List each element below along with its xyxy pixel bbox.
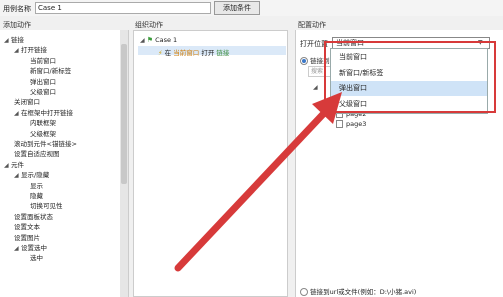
- tree-item-label: 新窗口/新标签: [30, 67, 72, 76]
- add-action-header: 添加动作: [3, 21, 31, 29]
- tree-item-label: 内联框架: [30, 119, 56, 128]
- case-name-input[interactable]: Case 1: [35, 2, 211, 14]
- tree-item-label: 父级窗口: [30, 88, 56, 96]
- tree-item-label: 父级框架: [30, 129, 56, 138]
- case-name-label: 用例名称: [3, 5, 31, 13]
- expand-icon[interactable]: ◢: [14, 172, 21, 179]
- tree-item[interactable]: 父级窗口: [30, 86, 56, 96]
- tree-item[interactable]: ◢ 打开链接: [14, 44, 47, 54]
- lightning-icon: ⚡: [158, 49, 163, 57]
- page-icon: [336, 120, 343, 128]
- link-to-url-label: 链接到url或文件(例如：D:\小猪.avi): [310, 288, 417, 296]
- tree-item[interactable]: 设置面板状态: [14, 211, 53, 221]
- left-scrollbar-thumb[interactable]: [121, 44, 127, 184]
- tree-item-label: 隐藏: [30, 192, 43, 200]
- tree-item[interactable]: 新窗口/新标签: [30, 65, 71, 75]
- tree-item[interactable]: 选中: [30, 252, 43, 262]
- tree-item-label: 设置文本: [14, 223, 40, 232]
- expand-icon[interactable]: ◢: [4, 37, 11, 44]
- tree-item-label: 设置选中: [21, 244, 47, 252]
- radio-selected-icon[interactable]: [300, 57, 308, 65]
- tree-item-label: 链接: [11, 36, 24, 44]
- tree-item[interactable]: 内联框架: [30, 117, 56, 127]
- tree-item-label: 显示/隐藏: [21, 171, 50, 180]
- organize-action-header: 组织动作: [135, 21, 163, 29]
- tree-item[interactable]: 设置文本: [14, 221, 40, 231]
- collapse-icon[interactable]: ◢: [140, 37, 145, 44]
- tree-item-label: 打开链接: [21, 46, 47, 55]
- tree-item[interactable]: 弹出窗口: [30, 76, 56, 86]
- page-item[interactable]: page3: [336, 120, 366, 128]
- tree-item-label: 设置自适应视图: [14, 150, 60, 159]
- action-item[interactable]: ⚡ 在 当前窗口 打开 链接: [158, 47, 229, 57]
- tree-item-label: 选中: [30, 254, 43, 263]
- action-object: 链接: [216, 49, 230, 57]
- tree-item-label: 设置图片: [14, 233, 40, 242]
- tree-item-label: 在框架中打开链接: [21, 108, 73, 117]
- tree-item[interactable]: 关闭窗口: [14, 96, 40, 106]
- tree-item-label: 切换可见性: [30, 202, 63, 211]
- tree-item[interactable]: 设置图片: [14, 232, 40, 242]
- expand-icon[interactable]: ◢: [313, 84, 318, 91]
- tree-item-label: 滚动到元件<锚链接>: [14, 140, 77, 148]
- tree-item[interactable]: ◢ 在框架中打开链接: [14, 107, 73, 117]
- tree-item-label: 设置面板状态: [14, 212, 53, 221]
- tree-item[interactable]: 当前窗口: [30, 55, 56, 65]
- expand-icon[interactable]: ◢: [4, 162, 11, 169]
- link-to-url-radio[interactable]: 链接到url或文件(例如：D:\小猪.avi): [300, 286, 416, 296]
- tree-item-label: 关闭窗口: [14, 98, 40, 107]
- expand-icon[interactable]: ◢: [14, 245, 21, 252]
- tree-item[interactable]: 设置自适应视图: [14, 148, 60, 158]
- tree-item[interactable]: 显示: [30, 180, 43, 190]
- action-prefix: 在: [164, 49, 172, 57]
- add-condition-button[interactable]: 添加条件: [214, 1, 260, 15]
- tree-item[interactable]: 滚动到元件<锚链接>: [14, 138, 77, 148]
- highlight-annotation-box: [324, 41, 496, 113]
- case-icon: ⚑: [146, 36, 153, 44]
- expand-icon[interactable]: ◢: [14, 110, 21, 117]
- expand-icon[interactable]: ◢: [14, 47, 21, 54]
- tree-item[interactable]: ◢ 设置选中: [14, 242, 47, 252]
- tree-item-label: 弹出窗口: [30, 77, 56, 86]
- tree-item-label: 当前窗口: [30, 56, 56, 65]
- case-label: Case 1: [155, 36, 178, 44]
- tree-item[interactable]: 切换可见性: [30, 200, 63, 210]
- case-tree-node[interactable]: ◢ ⚑ Case 1: [140, 36, 177, 44]
- tree-item[interactable]: 隐藏: [30, 190, 43, 200]
- tree-item[interactable]: ◢ 元件: [4, 159, 24, 169]
- tree-item[interactable]: ◢ 显示/隐藏: [14, 169, 49, 179]
- tree-item-label: 元件: [11, 160, 24, 169]
- tree-item[interactable]: 父级框架: [30, 128, 56, 138]
- action-verb: 打开: [201, 49, 215, 57]
- configure-action-header: 配置动作: [298, 21, 326, 29]
- tree-item[interactable]: ◢ 链接: [4, 34, 24, 44]
- organize-action-panel: [133, 30, 288, 297]
- tree-item-label: 显示: [30, 181, 43, 190]
- radio-unselected-icon[interactable]: [300, 288, 308, 296]
- action-target: 当前窗口: [173, 49, 200, 57]
